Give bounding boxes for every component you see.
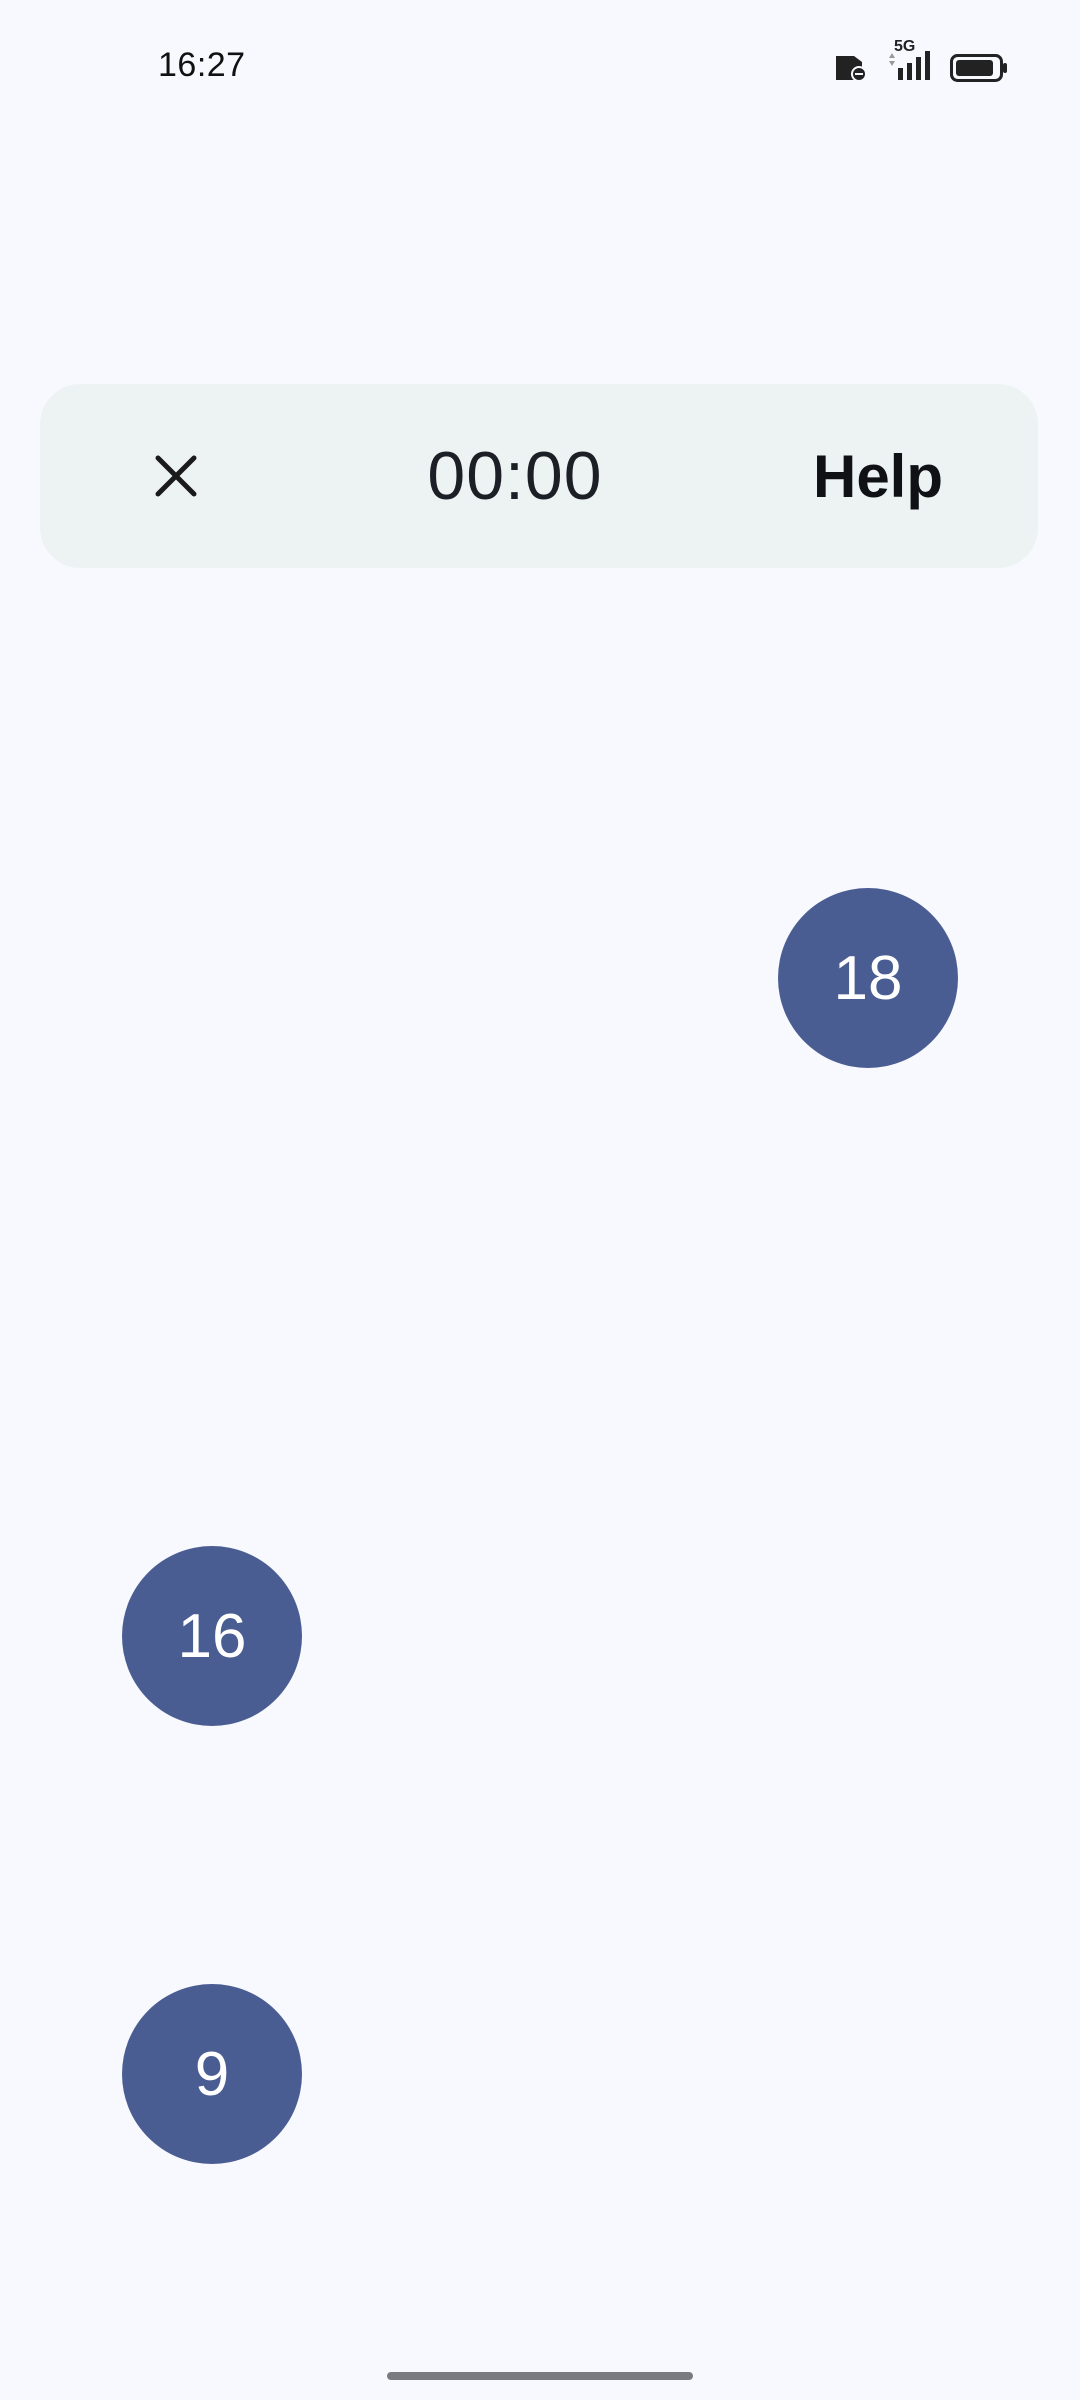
number-bubble[interactable]: 16 xyxy=(122,1546,302,1726)
battery-icon xyxy=(950,53,1008,82)
timer-display: 00:00 xyxy=(427,438,603,514)
status-icons: 5G xyxy=(834,38,1008,85)
help-button[interactable]: Help xyxy=(788,384,968,568)
status-time: 16:27 xyxy=(158,46,246,84)
gesture-navigation-bar[interactable] xyxy=(387,2372,693,2380)
number-bubble[interactable]: 18 xyxy=(778,888,958,1068)
number-bubble[interactable]: 9 xyxy=(122,1984,302,2164)
signal-strength-icon: 5G xyxy=(886,38,932,85)
status-bar: 16:27 5G xyxy=(0,0,1080,136)
close-button[interactable] xyxy=(136,436,216,516)
game-screen: 16:27 5G 00:00 Help 18 16 9 xyxy=(0,0,1080,2400)
close-icon xyxy=(155,455,197,497)
network-type-label: 5G xyxy=(894,38,916,55)
sim-card-icon xyxy=(834,54,868,82)
game-toolbar: 00:00 Help xyxy=(40,384,1038,568)
